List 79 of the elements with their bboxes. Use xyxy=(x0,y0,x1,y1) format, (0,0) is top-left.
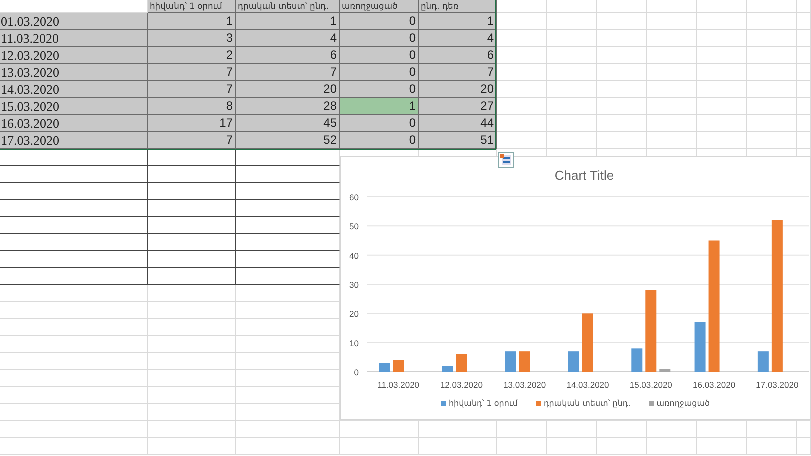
empty-cell[interactable] xyxy=(148,200,236,217)
table-cell[interactable]: 8 xyxy=(148,98,236,115)
table-cell[interactable]: 6 xyxy=(236,47,340,64)
empty-cell[interactable] xyxy=(0,268,148,285)
empty-cell[interactable] xyxy=(148,166,236,183)
table-cell[interactable]: 52 xyxy=(236,132,340,149)
table-cell[interactable]: 0 xyxy=(340,132,419,149)
table-cell[interactable]: 4 xyxy=(419,30,497,47)
legend-label: դրական տեստ՝ ընդ. xyxy=(544,399,631,408)
date-cell: 13.03.2020 xyxy=(0,65,60,80)
empty-cell[interactable] xyxy=(0,251,148,268)
empty-cell[interactable] xyxy=(0,166,148,183)
table-cell[interactable]: 3 xyxy=(148,30,236,47)
empty-cell[interactable] xyxy=(148,268,236,285)
axis-label: 17.03.2020 xyxy=(756,380,799,390)
table-cell[interactable]: 7 xyxy=(148,132,236,149)
date-cell: 15.03.2020 xyxy=(0,99,60,114)
table-cell[interactable]: 27 xyxy=(419,98,497,115)
table-cell[interactable]: 1 xyxy=(340,98,419,115)
table-cell[interactable]: 20 xyxy=(236,81,340,98)
empty-cell[interactable] xyxy=(0,234,148,251)
table-cell[interactable]: 44 xyxy=(419,115,497,132)
axis-label: 60 xyxy=(350,192,359,202)
empty-cell[interactable] xyxy=(148,217,236,234)
table-cell[interactable]: 7 xyxy=(419,64,497,81)
axis-label: 15.03.2020 xyxy=(630,380,672,390)
table-cell[interactable]: 0 xyxy=(340,64,419,81)
empty-cell[interactable] xyxy=(0,217,148,234)
axis-label: 50 xyxy=(350,222,359,232)
table-cell[interactable]: 20 xyxy=(419,81,497,98)
empty-cell[interactable] xyxy=(0,149,148,166)
layout-icon[interactable] xyxy=(498,152,514,168)
table-cell[interactable]: 7 xyxy=(148,64,236,81)
table-cell[interactable]: 7 xyxy=(148,81,236,98)
table-cell[interactable]: 45 xyxy=(236,115,340,132)
axis-label: 10 xyxy=(350,338,359,348)
date-cell: 01.03.2020 xyxy=(0,14,60,29)
axis-label: 20 xyxy=(350,309,359,320)
axis-label: 12.03.2020 xyxy=(440,380,483,390)
axis-label: 40 xyxy=(350,250,359,261)
table-cell[interactable]: 0 xyxy=(340,30,419,47)
table-cell[interactable]: 1 xyxy=(236,13,340,30)
table-cell[interactable]: 28 xyxy=(236,98,340,115)
column-header: դրական տեստ՝ ընդ. xyxy=(237,0,330,12)
table-cell[interactable]: 1 xyxy=(419,13,497,30)
date-cell: 11.03.2020 xyxy=(0,31,60,46)
table-cell[interactable]: 17 xyxy=(148,115,236,132)
axis-label: 14.03.2020 xyxy=(566,380,610,390)
chart-title: Chart Title xyxy=(554,168,614,183)
legend-label: հիվանդ՝ 1 օրում xyxy=(448,399,518,408)
axis-label: 16.03.2020 xyxy=(693,380,736,390)
table-cell[interactable]: 1 xyxy=(148,13,236,30)
date-cell: 17.03.2020 xyxy=(0,133,60,148)
table-cell[interactable]: 0 xyxy=(340,47,419,64)
table-cell[interactable]: 2 xyxy=(148,47,236,64)
date-cell: 16.03.2020 xyxy=(0,116,60,131)
axis-label: 11.03.2020 xyxy=(378,380,420,390)
table-cell[interactable]: 7 xyxy=(236,64,340,81)
column-header: առողջացած xyxy=(341,0,399,12)
empty-cell[interactable] xyxy=(0,200,148,217)
date-cell: 14.03.2020 xyxy=(0,82,60,97)
table-cell[interactable]: 0 xyxy=(340,81,419,98)
table-cell[interactable]: 0 xyxy=(340,115,419,132)
empty-cell[interactable] xyxy=(148,251,236,268)
date-cell: 12.03.2020 xyxy=(0,48,60,63)
empty-cell[interactable] xyxy=(0,183,148,200)
empty-cell[interactable] xyxy=(148,149,236,166)
axis-label: 13.03.2020 xyxy=(504,380,546,390)
empty-cell[interactable] xyxy=(148,234,236,251)
empty-cell[interactable] xyxy=(148,183,236,200)
table-cell[interactable]: 0 xyxy=(340,13,419,30)
column-header: ընդ. դեռ xyxy=(420,0,460,12)
axis-label: 30 xyxy=(350,280,359,290)
table-cell[interactable]: 51 xyxy=(419,132,497,149)
table-cell[interactable]: 6 xyxy=(419,47,497,64)
axis-label: 0 xyxy=(354,368,359,378)
legend-label: առողջացած xyxy=(656,399,710,408)
table-cell[interactable]: 4 xyxy=(236,30,340,47)
column-header: հիվանդ՝ 1 օրում xyxy=(149,0,224,12)
